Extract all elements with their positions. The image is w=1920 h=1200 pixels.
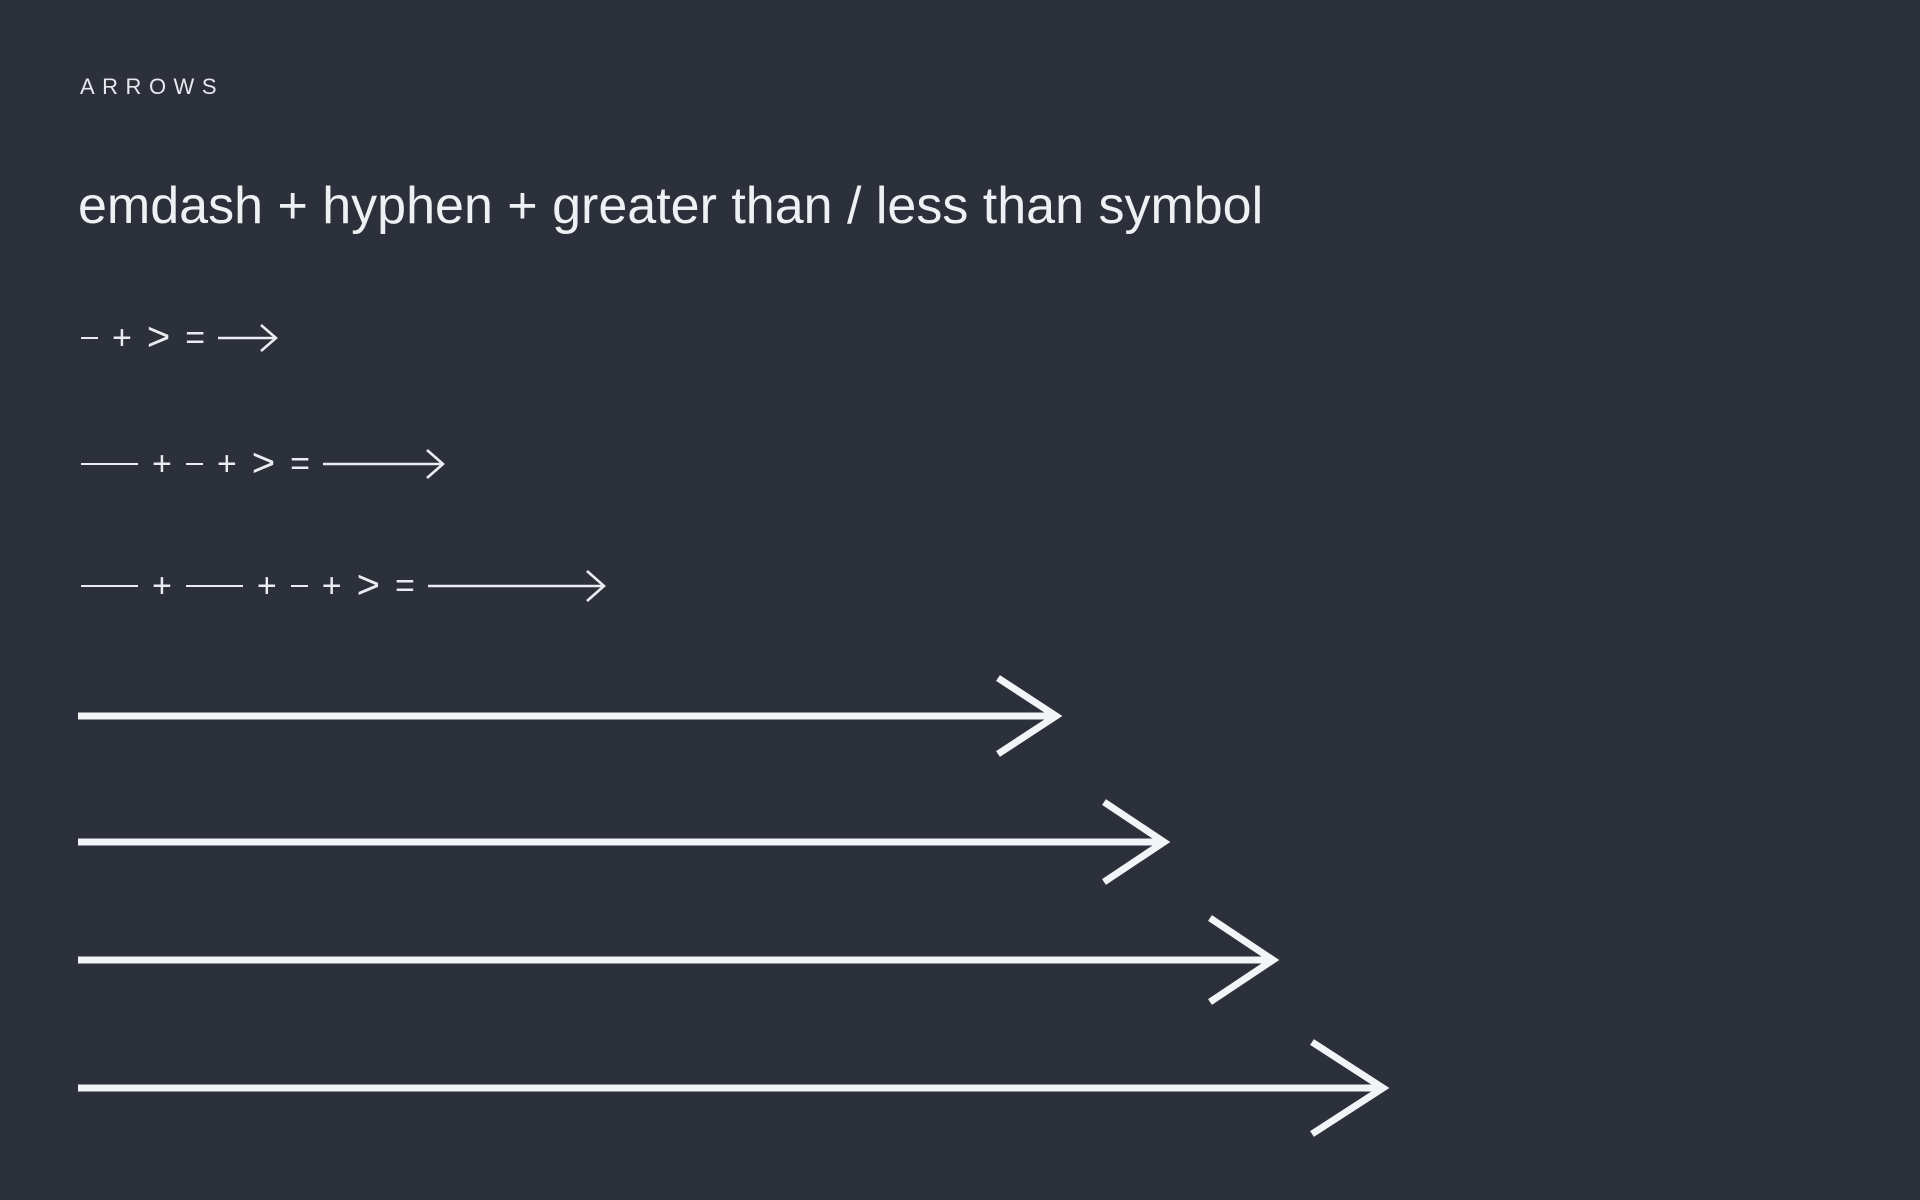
plus-glyph-2: + — [256, 567, 277, 605]
emdash-glyph — [81, 462, 138, 466]
emdash-glyph — [81, 584, 138, 588]
plus-glyph: + — [152, 567, 172, 605]
hyphen-glyph — [81, 336, 98, 340]
specimen-page: ARROWS emdash + hyphen + greater than / … — [0, 0, 1920, 1200]
equals-glyph: = — [185, 319, 206, 357]
right-arrow-icon — [78, 1039, 1390, 1137]
emdash-glyph-2 — [185, 584, 243, 588]
equals-glyph: = — [394, 567, 415, 605]
large-arrow-3 — [78, 912, 1338, 1008]
ligature-row-emdash-hyphen-gt: + + > = — [78, 442, 453, 486]
greater-than-glyph: > — [356, 563, 380, 607]
right-arrow-icon — [78, 915, 1280, 1005]
right-arrow-icon — [78, 799, 1171, 885]
result-arrow-long-icon — [321, 442, 453, 486]
plus-glyph-2: + — [216, 445, 237, 483]
large-arrow-2 — [78, 796, 1228, 888]
result-arrow-extra-long-icon — [426, 562, 616, 610]
large-arrow-1 — [78, 670, 1118, 762]
right-arrow-icon — [78, 675, 1063, 757]
result-arrow-short-icon — [216, 318, 284, 358]
ligature-row-emdash-emdash-hyphen-gt: + + + > = — [78, 562, 616, 610]
plus-glyph: + — [152, 445, 172, 483]
ligature-row-hyphen-gt: + > = — [78, 315, 284, 359]
plus-glyph: + — [112, 319, 132, 357]
plus-glyph-3: + — [321, 567, 342, 605]
greater-than-glyph: > — [146, 315, 171, 359]
large-arrow-4 — [78, 1036, 1448, 1140]
greater-than-glyph: > — [251, 441, 276, 485]
hyphen-glyph — [185, 462, 203, 466]
hyphen-glyph — [290, 584, 308, 588]
page-title: emdash + hyphen + greater than / less th… — [78, 177, 1264, 235]
section-eyebrow-label: ARROWS — [80, 74, 224, 99]
equals-glyph: = — [290, 445, 310, 483]
